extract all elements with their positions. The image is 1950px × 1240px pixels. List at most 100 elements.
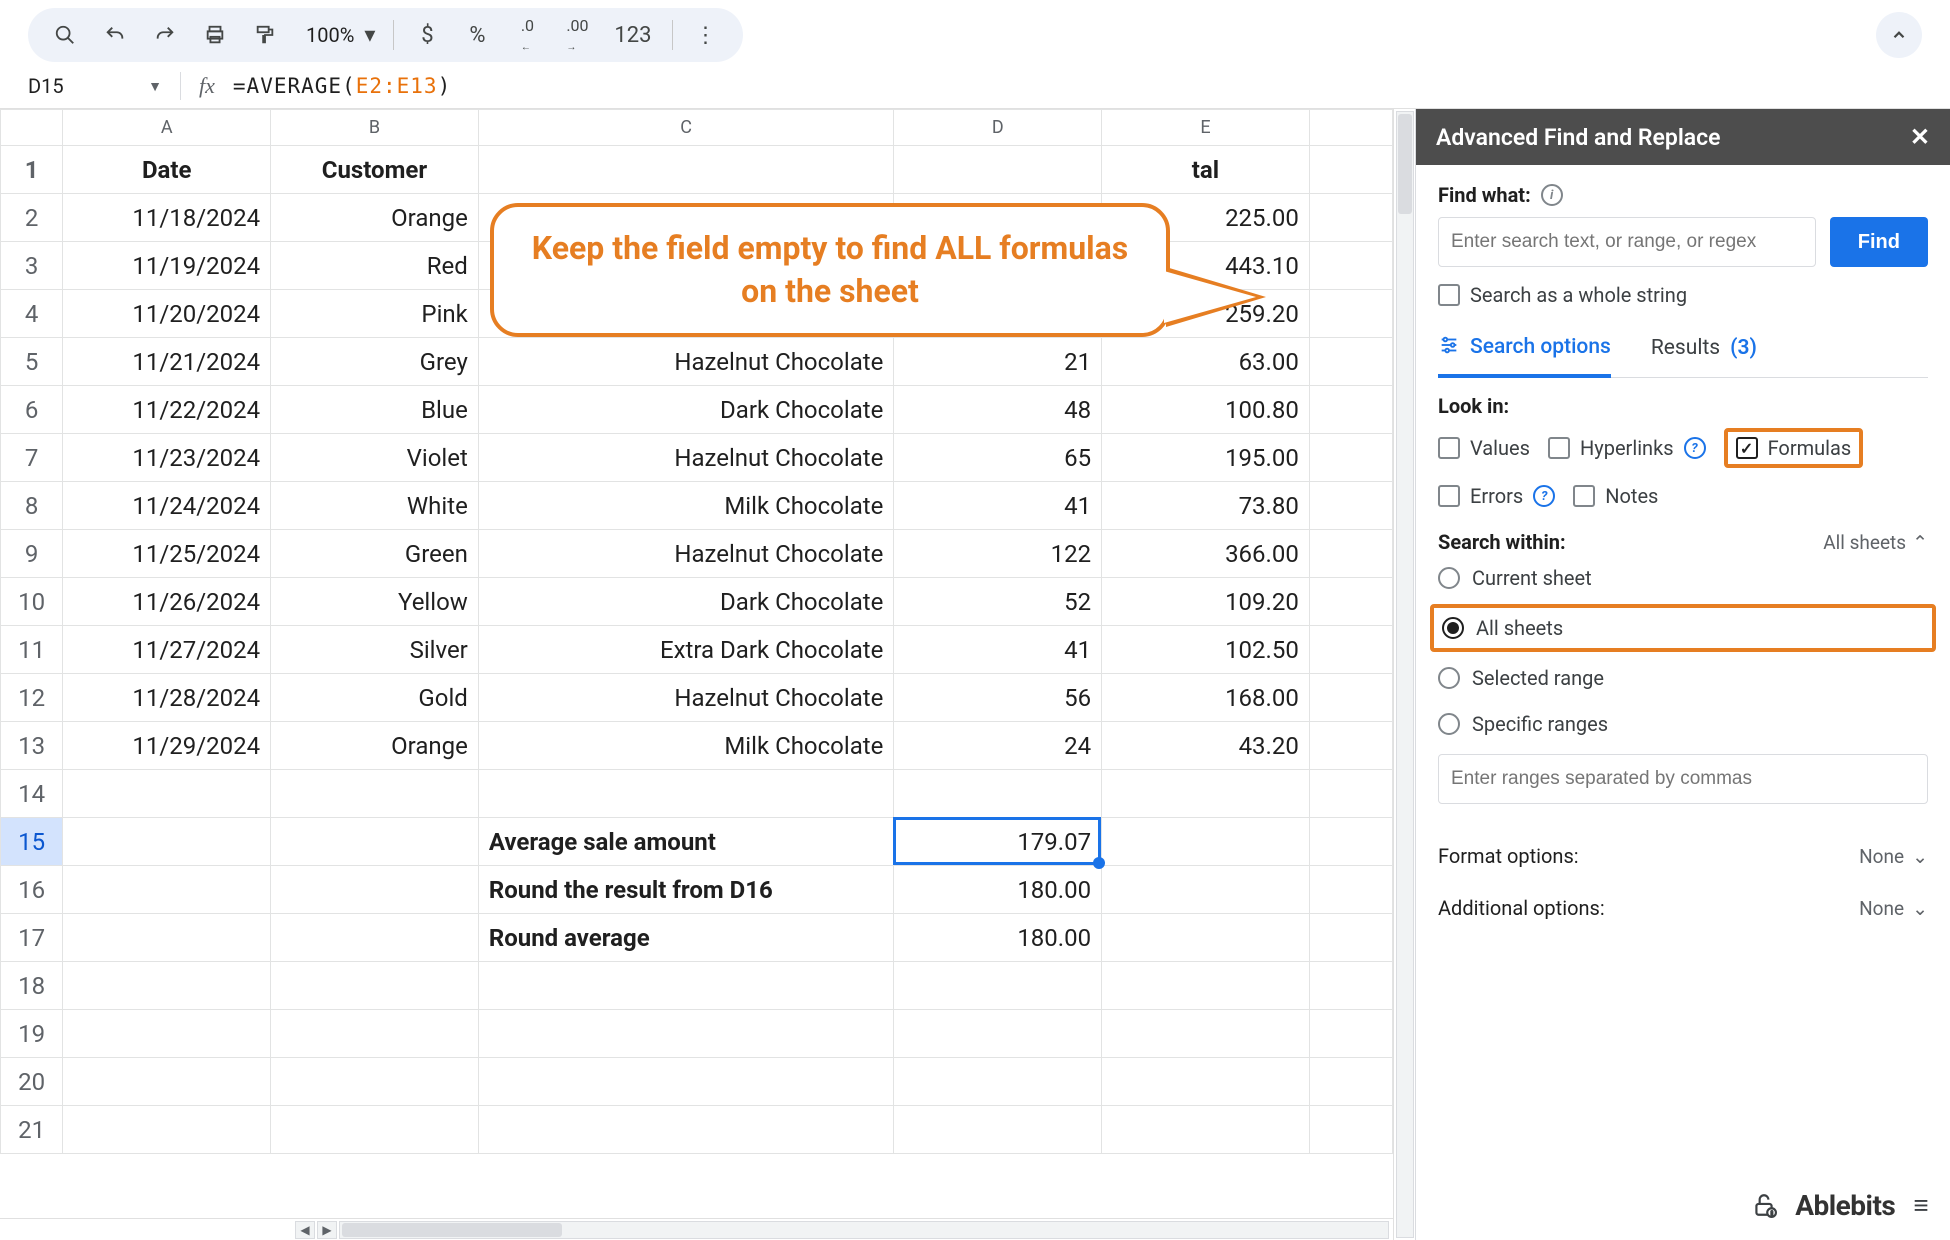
- scroll-right-icon[interactable]: ▶: [317, 1221, 337, 1239]
- cell[interactable]: 11/24/2024: [63, 482, 271, 530]
- cell[interactable]: 21: [894, 338, 1102, 386]
- cell[interactable]: Round the result from D16: [478, 866, 894, 914]
- row-header[interactable]: 3: [1, 242, 63, 290]
- radio-selected-range[interactable]: Selected range: [1438, 666, 1928, 690]
- row-header[interactable]: 16: [1, 866, 63, 914]
- cell[interactable]: 11/25/2024: [63, 530, 271, 578]
- col-header[interactable]: D: [894, 110, 1102, 146]
- cell[interactable]: Gold: [271, 674, 479, 722]
- cell[interactable]: [63, 1106, 271, 1154]
- cell[interactable]: 11/19/2024: [63, 242, 271, 290]
- cell[interactable]: Date: [63, 146, 271, 194]
- currency-icon[interactable]: $: [404, 12, 450, 58]
- cell[interactable]: [1309, 1058, 1392, 1106]
- cell[interactable]: [894, 1106, 1102, 1154]
- values-checkbox[interactable]: Values: [1438, 436, 1530, 460]
- undo-icon[interactable]: [92, 12, 138, 58]
- select-all-corner[interactable]: [1, 110, 63, 146]
- radio-current-sheet[interactable]: Current sheet: [1438, 566, 1928, 590]
- row-header[interactable]: 10: [1, 578, 63, 626]
- cell[interactable]: 11/23/2024: [63, 434, 271, 482]
- cell[interactable]: [1102, 818, 1310, 866]
- search-within-value[interactable]: All sheets ⌃: [1823, 531, 1928, 554]
- cell[interactable]: 11/29/2024: [63, 722, 271, 770]
- cell[interactable]: 109.20: [1102, 578, 1310, 626]
- cell[interactable]: 168.00: [1102, 674, 1310, 722]
- cell[interactable]: [1102, 914, 1310, 962]
- row-header[interactable]: 20: [1, 1058, 63, 1106]
- cell[interactable]: 11/21/2024: [63, 338, 271, 386]
- cell[interactable]: [1102, 1106, 1310, 1154]
- ranges-input[interactable]: [1438, 754, 1928, 804]
- number-format-icon[interactable]: 123: [604, 12, 661, 58]
- row-header[interactable]: 15: [1, 818, 63, 866]
- fx-icon[interactable]: fx: [191, 73, 223, 99]
- cell[interactable]: [63, 866, 271, 914]
- more-icon[interactable]: ⋮: [683, 12, 729, 58]
- row-header[interactable]: 17: [1, 914, 63, 962]
- cell[interactable]: [894, 1058, 1102, 1106]
- cell[interactable]: Hazelnut Chocolate: [478, 530, 894, 578]
- cell[interactable]: [478, 146, 894, 194]
- cell[interactable]: [1309, 242, 1392, 290]
- cell[interactable]: [1309, 434, 1392, 482]
- row-header[interactable]: 1: [1, 146, 63, 194]
- cell[interactable]: 180.00: [894, 914, 1102, 962]
- cell[interactable]: [271, 866, 479, 914]
- cell[interactable]: [1309, 866, 1392, 914]
- cell[interactable]: 366.00: [1102, 530, 1310, 578]
- hyperlinks-checkbox[interactable]: Hyperlinks ?: [1548, 436, 1706, 460]
- formula-input[interactable]: =AVERAGE(E2:E13): [233, 74, 451, 98]
- cell[interactable]: [63, 962, 271, 1010]
- cell[interactable]: Green: [271, 530, 479, 578]
- additional-options-row[interactable]: Additional options: None ⌄: [1438, 882, 1928, 934]
- radio-all-sheets[interactable]: All sheets: [1430, 604, 1936, 652]
- vertical-scrollbar[interactable]: [1393, 109, 1415, 1240]
- cell[interactable]: 11/27/2024: [63, 626, 271, 674]
- cell[interactable]: [894, 770, 1102, 818]
- cell[interactable]: [478, 1058, 894, 1106]
- cell[interactable]: [63, 818, 271, 866]
- cell[interactable]: White: [271, 482, 479, 530]
- cell[interactable]: [478, 962, 894, 1010]
- cell[interactable]: [1102, 770, 1310, 818]
- cell[interactable]: 73.80: [1102, 482, 1310, 530]
- cell[interactable]: 48: [894, 386, 1102, 434]
- cell[interactable]: [894, 962, 1102, 1010]
- cell[interactable]: [1309, 338, 1392, 386]
- row-header[interactable]: 21: [1, 1106, 63, 1154]
- scroll-left-icon[interactable]: ◀: [295, 1221, 315, 1239]
- cell[interactable]: [271, 962, 479, 1010]
- cell[interactable]: 41: [894, 626, 1102, 674]
- cell[interactable]: [1309, 578, 1392, 626]
- cell[interactable]: [271, 818, 479, 866]
- cell[interactable]: [1309, 194, 1392, 242]
- find-button[interactable]: Find: [1830, 217, 1928, 267]
- cell[interactable]: Hazelnut Chocolate: [478, 674, 894, 722]
- cell[interactable]: Milk Chocolate: [478, 482, 894, 530]
- whole-string-checkbox[interactable]: Search as a whole string: [1438, 283, 1928, 307]
- help-icon[interactable]: ?: [1533, 485, 1555, 507]
- cell[interactable]: [271, 1010, 479, 1058]
- cell[interactable]: 11/18/2024: [63, 194, 271, 242]
- cell[interactable]: [271, 1106, 479, 1154]
- cell[interactable]: [63, 914, 271, 962]
- cell[interactable]: [1309, 1010, 1392, 1058]
- cell[interactable]: [1102, 962, 1310, 1010]
- cell[interactable]: 56: [894, 674, 1102, 722]
- cell[interactable]: [1102, 1010, 1310, 1058]
- cell[interactable]: Yellow: [271, 578, 479, 626]
- hscroll-thumb[interactable]: [342, 1223, 562, 1237]
- close-icon[interactable]: ✕: [1910, 123, 1930, 151]
- cell[interactable]: Dark Chocolate: [478, 386, 894, 434]
- tab-search-options[interactable]: Search options: [1438, 323, 1611, 378]
- row-header[interactable]: 5: [1, 338, 63, 386]
- row-header[interactable]: 8: [1, 482, 63, 530]
- hscroll-track[interactable]: [339, 1221, 1389, 1239]
- row-header[interactable]: 7: [1, 434, 63, 482]
- cell[interactable]: 195.00: [1102, 434, 1310, 482]
- cell[interactable]: Grey: [271, 338, 479, 386]
- vscroll-thumb[interactable]: [1398, 114, 1412, 214]
- redo-icon[interactable]: [142, 12, 188, 58]
- collapse-toolbar-icon[interactable]: [1876, 12, 1922, 58]
